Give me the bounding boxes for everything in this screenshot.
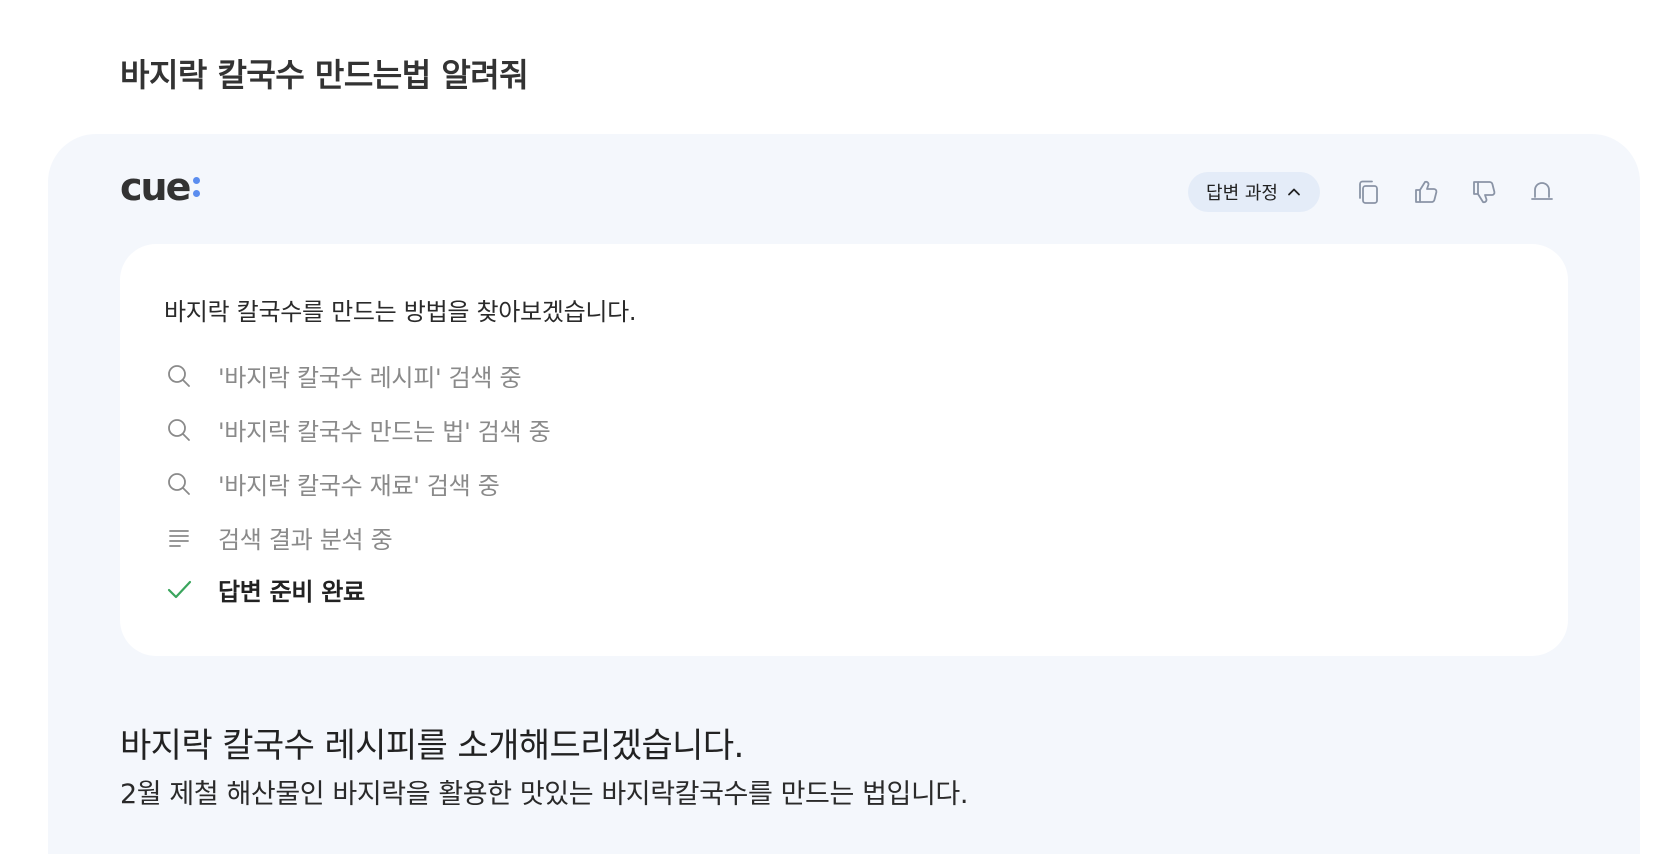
- process-step: '바지락 칼국수 만드는 법' 검색 중: [164, 412, 551, 447]
- process-step-text: '바지락 칼국수 만드는 법' 검색 중: [218, 418, 551, 446]
- question-title: 바지락 칼국수 만드는법 알려줘: [120, 56, 529, 94]
- answer-subtitle: 2월 제철 해산물인 바지락을 활용한 맛있는 바지락칼국수를 만드는 법입니다…: [120, 779, 969, 810]
- copy-icon: [1359, 180, 1378, 204]
- chevron-up-icon: [1288, 188, 1300, 196]
- process-step-text: '바지락 칼국수 레시피' 검색 중: [218, 364, 522, 392]
- search-icon: [164, 469, 194, 499]
- process-step-text: '바지락 칼국수 재료' 검색 중: [218, 472, 500, 500]
- logo-text: cue: [120, 165, 191, 209]
- process-step: 검색 결과 분석 중: [164, 520, 393, 555]
- like-button[interactable]: [1410, 176, 1442, 208]
- process-step-text: 답변 준비 완료: [218, 578, 365, 606]
- cue-logo: cue: [120, 165, 201, 209]
- copy-button[interactable]: [1352, 176, 1384, 208]
- search-icon: [164, 415, 194, 445]
- process-step-text: 검색 결과 분석 중: [218, 526, 393, 554]
- search-icon: [164, 361, 194, 391]
- thumbs-up-icon: [1415, 180, 1438, 203]
- answer-process-toggle-button[interactable]: 답변 과정: [1188, 172, 1320, 212]
- dislike-button[interactable]: [1468, 176, 1500, 208]
- process-intro: 바지락 칼국수를 만드는 방법을 찾아보겠습니다.: [164, 298, 637, 326]
- thumbs-down-icon: [1473, 181, 1496, 204]
- process-step: '바지락 칼국수 레시피' 검색 중: [164, 358, 522, 393]
- notify-button[interactable]: [1526, 176, 1558, 208]
- logo-colon-icon: [193, 177, 201, 197]
- bell-icon: [1531, 182, 1553, 200]
- check-icon: [164, 575, 194, 605]
- answer-process-card: 바지락 칼국수를 만드는 방법을 찾아보겠습니다. '바지락 칼국수 레시피' …: [120, 244, 1568, 656]
- process-step-complete: 답변 준비 완료: [164, 572, 365, 607]
- process-step: '바지락 칼국수 재료' 검색 중: [164, 466, 500, 501]
- lines-icon: [164, 523, 194, 553]
- answer-heading: 바지락 칼국수 레시피를 소개해드리겠습니다.: [120, 726, 744, 766]
- process-toggle-label: 답변 과정: [1206, 183, 1278, 204]
